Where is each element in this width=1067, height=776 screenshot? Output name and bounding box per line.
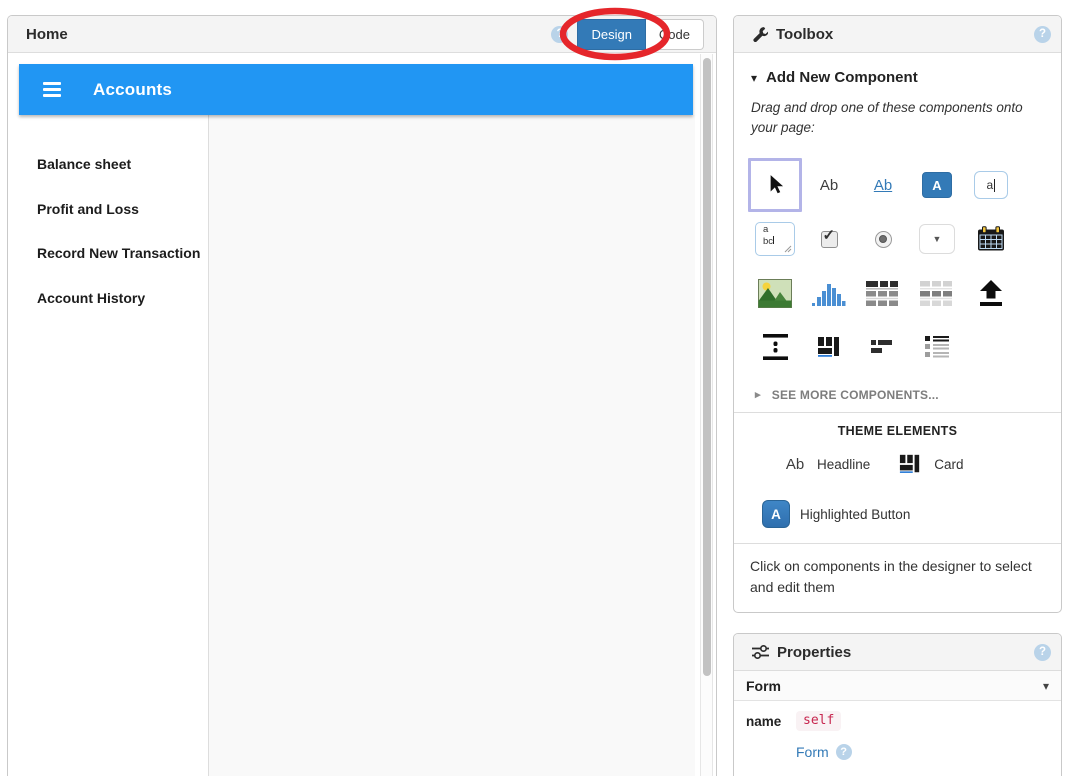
- component-radio-button[interactable]: [856, 212, 910, 266]
- headline-icon[interactable]: Ab: [782, 456, 808, 473]
- component-data-grid[interactable]: [856, 266, 910, 320]
- radio-button-icon: [875, 231, 892, 248]
- see-more-label: SEE MORE COMPONENTS...: [772, 388, 939, 402]
- toolbox-instructions: Drag and drop one of these components on…: [751, 98, 1047, 137]
- toolbox-body: ▾ Add New Component Drag and drop one of…: [734, 53, 1061, 543]
- form-editor-panel: Home ? Design Code Accounts Balance shee…: [7, 15, 717, 776]
- component-image[interactable]: [748, 266, 802, 320]
- form-editor-header: Home ? Design Code: [8, 16, 716, 53]
- sliders-icon: [752, 645, 769, 659]
- help-icon[interactable]: ?: [551, 26, 568, 43]
- toolbox-help-icon[interactable]: ?: [1034, 26, 1051, 43]
- editor-header-actions: ? Design Code: [551, 19, 706, 50]
- theme-elements-row: Ab Headline Card: [782, 453, 1047, 475]
- component-label[interactable]: Ab: [802, 158, 856, 212]
- chevron-down-icon: ▾: [751, 72, 757, 84]
- spacer-icon: [763, 334, 788, 360]
- component-drop-down[interactable]: ▼: [910, 212, 964, 266]
- component-file-loader[interactable]: [964, 266, 1018, 320]
- properties-group-label: Form: [746, 678, 781, 694]
- component-column-panel[interactable]: [802, 320, 856, 374]
- properties-header: Properties ?: [734, 634, 1061, 671]
- flow-panel-icon: [871, 338, 895, 356]
- repeating-panel-icon: [919, 281, 955, 306]
- component-plot[interactable]: [802, 266, 856, 320]
- component-select-arrow[interactable]: [748, 158, 802, 212]
- sidebar-link-profit-and-loss[interactable]: Profit and Loss: [37, 187, 208, 232]
- page-title: Home: [26, 26, 68, 43]
- plot-icon: [811, 280, 847, 306]
- hamburger-menu-icon[interactable]: [43, 82, 61, 97]
- component-button[interactable]: A: [910, 158, 964, 212]
- theme-card[interactable]: Card: [934, 457, 963, 472]
- chevron-right-icon: ▸: [755, 390, 761, 401]
- app-title: Accounts: [93, 80, 172, 100]
- button-icon: A: [922, 172, 952, 198]
- design-canvas[interactable]: Accounts Balance sheet Profit and Loss R…: [9, 54, 715, 776]
- text-box-icon: a: [974, 171, 1008, 199]
- component-flow-panel[interactable]: [856, 320, 910, 374]
- properties-group-row[interactable]: Form ▾: [734, 671, 1061, 701]
- component-check-box[interactable]: ✓: [802, 212, 856, 266]
- component-date-picker[interactable]: [964, 212, 1018, 266]
- component-spacer[interactable]: [748, 320, 802, 374]
- theme-elements-title: THEME ELEMENTS: [748, 424, 1047, 438]
- theme-highlighted-button[interactable]: Highlighted Button: [800, 507, 910, 522]
- add-new-component-section[interactable]: ▾ Add New Component: [751, 69, 1047, 86]
- text-area-icon: a bc: [755, 222, 795, 256]
- design-code-toggle: Design Code: [577, 19, 704, 50]
- app-sidebar: Balance sheet Profit and Loss Record New…: [19, 115, 209, 776]
- card-icon[interactable]: [899, 453, 921, 475]
- component-repeating-panel[interactable]: [910, 266, 964, 320]
- component-grid: Ab Ab A a a bc: [748, 158, 1020, 374]
- linear-panel-icon: [925, 336, 949, 358]
- chevron-down-icon: ▾: [1043, 680, 1049, 692]
- sidebar-link-record-new-transaction[interactable]: Record New Transaction: [37, 231, 208, 276]
- form-type-link[interactable]: Form: [796, 744, 829, 760]
- sidebar-link-balance-sheet[interactable]: Balance sheet: [37, 142, 208, 187]
- add-new-component-title: Add New Component: [766, 69, 918, 86]
- divider: [734, 412, 1061, 413]
- properties-help-icon[interactable]: ?: [1034, 644, 1051, 661]
- component-text-area[interactable]: a bc: [748, 212, 802, 266]
- cursor-arrow-icon: [764, 173, 786, 197]
- toolbox-panel: Toolbox ? ▾ Add New Component Drag and d…: [733, 15, 1062, 613]
- component-text-box[interactable]: a: [964, 158, 1018, 212]
- property-name-value[interactable]: self: [796, 711, 841, 731]
- calendar-icon: [977, 226, 1005, 252]
- component-link[interactable]: Ab: [856, 158, 910, 212]
- app-bar[interactable]: Accounts: [19, 64, 693, 115]
- wrench-icon: [752, 26, 768, 42]
- data-grid-icon: [865, 281, 901, 306]
- properties-title: Properties: [777, 644, 851, 661]
- design-tab[interactable]: Design: [577, 19, 645, 50]
- property-name-row: name self: [734, 701, 1061, 731]
- scrollbar-thumb[interactable]: [703, 58, 711, 676]
- toolbox-header: Toolbox ?: [734, 16, 1061, 53]
- image-icon: [758, 279, 792, 308]
- property-name-label: name: [746, 714, 796, 729]
- highlighted-button-row: A Highlighted Button: [762, 500, 1047, 528]
- column-panel-icon: [817, 335, 841, 359]
- properties-panel: Properties ? Form ▾ name self Form ?: [733, 633, 1062, 776]
- code-tab[interactable]: Code: [646, 19, 704, 50]
- sidebar-link-account-history[interactable]: Account History: [37, 276, 208, 321]
- property-type-row: Form ?: [734, 731, 1061, 760]
- canvas-scrollbar[interactable]: [700, 54, 713, 776]
- toolbox-title: Toolbox: [776, 26, 833, 43]
- drop-down-icon: ▼: [919, 224, 955, 254]
- form-type-help-icon[interactable]: ?: [836, 744, 852, 760]
- check-box-icon: ✓: [821, 231, 838, 248]
- component-linear-panel[interactable]: [910, 320, 964, 374]
- toolbox-footer-hint: Click on components in the designer to s…: [734, 543, 1061, 612]
- label-icon: Ab: [820, 177, 838, 194]
- theme-headline[interactable]: Headline: [817, 457, 870, 472]
- upload-icon: [978, 280, 1004, 307]
- see-more-components[interactable]: ▸ SEE MORE COMPONENTS...: [755, 388, 1047, 402]
- link-icon: Ab: [874, 177, 892, 194]
- app-content-area[interactable]: [209, 115, 695, 776]
- highlighted-button-icon[interactable]: A: [762, 500, 790, 528]
